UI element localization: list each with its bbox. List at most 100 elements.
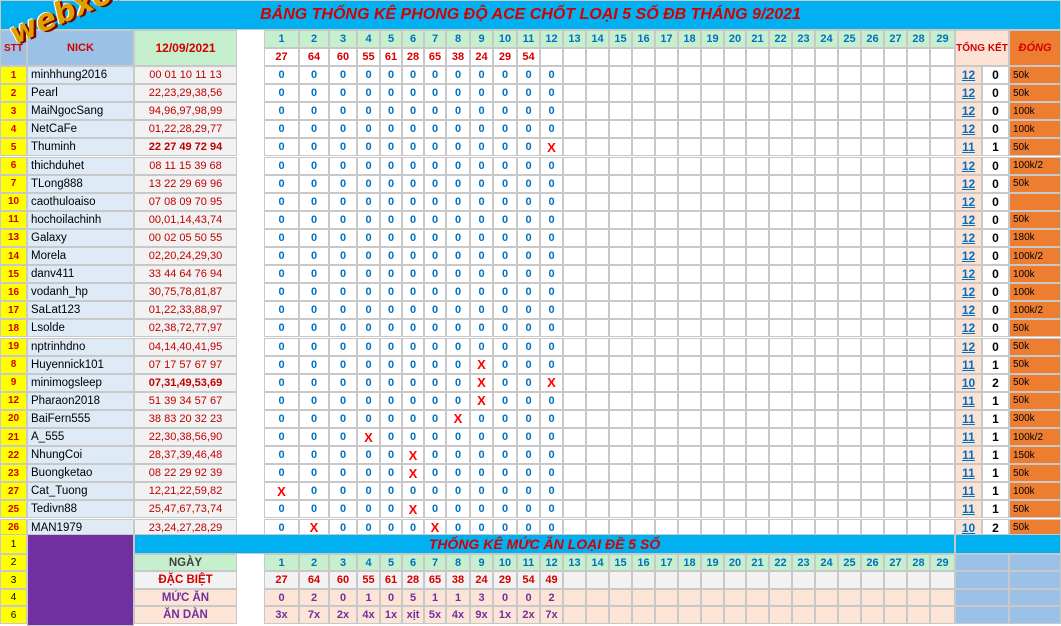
- bottom-value: [838, 571, 861, 589]
- row-mark: [907, 391, 930, 410]
- row-lost: 1: [982, 428, 1009, 447]
- row-mark: 0: [402, 247, 424, 266]
- row-mark: 0: [380, 138, 402, 157]
- bottom-value: [563, 606, 586, 624]
- bottom-value: 7x: [299, 606, 329, 624]
- row-mark: 0: [299, 428, 329, 447]
- row-mark: 0: [357, 228, 380, 247]
- row-mark: 0: [517, 409, 540, 428]
- row-mark: 0: [380, 120, 402, 139]
- row-mark: [655, 102, 678, 121]
- row-mark: 0: [299, 265, 329, 284]
- header-result: 54: [517, 48, 540, 66]
- row-mark: 0: [402, 373, 424, 392]
- row-mark: [792, 102, 815, 121]
- row-mark: [746, 66, 769, 85]
- row-mark: [792, 464, 815, 483]
- row-mark: 0: [264, 391, 299, 410]
- row-mark: 0: [357, 373, 380, 392]
- bottom-value: 26: [861, 554, 884, 571]
- bottom-value: 55: [357, 571, 380, 589]
- row-stake: 100k: [1009, 265, 1061, 284]
- row-mark: 0: [299, 102, 329, 121]
- row-mark: [930, 500, 955, 519]
- row-mark: [907, 464, 930, 483]
- row-mark: 0: [517, 283, 540, 302]
- row-mark: [678, 301, 701, 320]
- row-mark: 0: [357, 409, 380, 428]
- row-mark: [861, 355, 884, 374]
- row-mark: [678, 355, 701, 374]
- header-day: 23: [792, 30, 815, 48]
- row-mark: 0: [470, 192, 493, 211]
- bottom-value: 28: [907, 554, 930, 571]
- row-mark: 0: [264, 265, 299, 284]
- row-mark: 0: [517, 265, 540, 284]
- row-lost: 0: [982, 192, 1009, 211]
- row-mark: 0: [517, 500, 540, 519]
- row-lost: 1: [982, 464, 1009, 483]
- row-mark: [655, 192, 678, 211]
- row-mark: [815, 192, 838, 211]
- row-mark: [792, 409, 815, 428]
- row-mark: [884, 319, 907, 338]
- row-mark: [632, 319, 655, 338]
- row-mark: [769, 355, 792, 374]
- bottom-value: [609, 571, 632, 589]
- row-mark: [746, 373, 769, 392]
- header-day: 13: [563, 30, 586, 48]
- row-mark: 0: [424, 156, 446, 175]
- bottom-value: 22: [769, 554, 792, 571]
- row-mark: [792, 373, 815, 392]
- bottom-value: [655, 571, 678, 589]
- header-day: 5: [380, 30, 402, 48]
- row-mark: [815, 156, 838, 175]
- row-mark: [792, 283, 815, 302]
- row-mark: [563, 337, 586, 356]
- row-lost: 1: [982, 482, 1009, 501]
- row-mark: [907, 210, 930, 229]
- row-mark: [884, 84, 907, 103]
- row-mark: [884, 228, 907, 247]
- row-stt: 11: [0, 210, 27, 229]
- row-mark: 0: [493, 446, 517, 465]
- row-mark: [861, 192, 884, 211]
- row-mark: [678, 428, 701, 447]
- row-mark: 0: [357, 84, 380, 103]
- row-mark: 0: [446, 192, 470, 211]
- row-mark: [769, 409, 792, 428]
- row-nick: nptrinhdno: [27, 337, 134, 356]
- header-day: 27: [884, 30, 907, 48]
- row-mark: [884, 500, 907, 519]
- bottom-value: [792, 606, 815, 624]
- row-mark: [655, 228, 678, 247]
- row-mark: [678, 391, 701, 410]
- row-mark: [701, 355, 724, 374]
- row-mark: [907, 138, 930, 157]
- row-mark: [838, 446, 861, 465]
- row-mark: [724, 482, 746, 501]
- row-mark: [701, 102, 724, 121]
- row-mark: 0: [470, 228, 493, 247]
- row-mark: 0: [446, 301, 470, 320]
- row-mark: [609, 301, 632, 320]
- header-day: 1: [264, 30, 299, 48]
- row-mark: 0: [517, 373, 540, 392]
- bottom-value: 23: [792, 554, 815, 571]
- bottom-value: [746, 571, 769, 589]
- bottom-value: [678, 589, 701, 606]
- row-numbers: 01,22,33,88,97: [134, 301, 237, 320]
- bottom-value: [769, 606, 792, 624]
- row-mark: [586, 283, 609, 302]
- row-mark: [769, 174, 792, 193]
- row-stake: 50k: [1009, 84, 1061, 103]
- row-mark: 0: [470, 120, 493, 139]
- row-mark: [861, 138, 884, 157]
- row-mark: X: [264, 482, 299, 501]
- row-mark: [609, 500, 632, 519]
- row-stt: 20: [0, 409, 27, 428]
- row-mark: [930, 265, 955, 284]
- row-numbers: 07,31,49,53,69: [134, 373, 237, 392]
- row-stt: 16: [0, 283, 27, 302]
- row-numbers: 30,75,78,81,87: [134, 283, 237, 302]
